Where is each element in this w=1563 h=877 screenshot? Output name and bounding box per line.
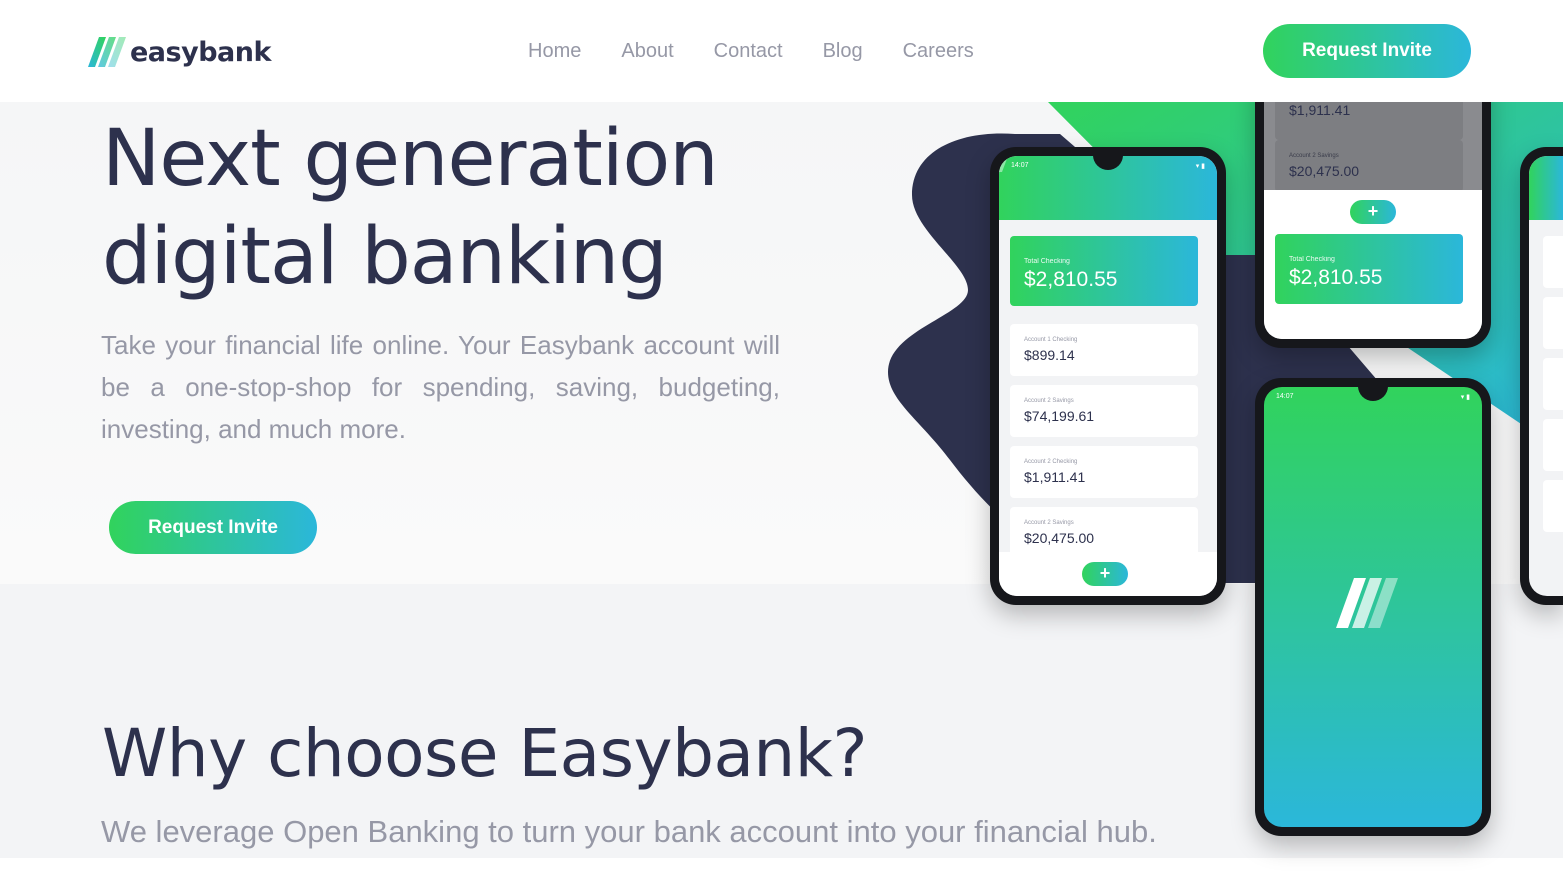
account-card: Account 2 Checking $1,911.41 bbox=[1010, 446, 1198, 498]
header-request-invite-button[interactable]: Request Invite bbox=[1263, 24, 1471, 78]
status-time: 14:07 bbox=[1276, 393, 1294, 400]
phone-bottom-screen: 14:07 ▾ ▮ bbox=[1264, 387, 1482, 827]
hero-title-line1: Next generation bbox=[102, 114, 719, 204]
logo[interactable]: easybank bbox=[88, 36, 271, 68]
nav-home[interactable]: Home bbox=[528, 38, 581, 64]
phone-left-screen: 14:07 ▾ ▮ Total Checking $2,810.55 Accou… bbox=[999, 156, 1217, 596]
main-nav: Home About Contact Blog Careers bbox=[528, 38, 1014, 64]
nav-blog[interactable]: Blog bbox=[823, 38, 863, 64]
why-description: We leverage Open Banking to turn your ba… bbox=[101, 814, 1157, 849]
battery-icon: ▾ ▮ bbox=[1195, 163, 1205, 170]
total-checking-card: Total Checking $2,810.55 bbox=[1010, 236, 1198, 306]
logo-stripes-icon bbox=[1336, 578, 1398, 628]
status-time: 14:07 bbox=[1011, 162, 1029, 169]
hero-title-line2: digital banking bbox=[102, 212, 668, 302]
phone-mockup-left: 14:07 ▾ ▮ Total Checking $2,810.55 Accou… bbox=[990, 147, 1226, 605]
app-bottom-bar: + bbox=[999, 552, 1217, 596]
plus-icon: + bbox=[1082, 562, 1128, 586]
hero-request-invite-button[interactable]: Request Invite bbox=[109, 501, 317, 554]
phone-mockup-bottom: 14:07 ▾ ▮ bbox=[1255, 378, 1491, 836]
why-title: Why choose Easybank? bbox=[102, 715, 867, 792]
hero-description: Take your financial life online. Your Ea… bbox=[101, 330, 780, 444]
total-checking-card: Total Checking $2,810.55 bbox=[1275, 234, 1463, 304]
nav-careers[interactable]: Careers bbox=[903, 38, 974, 64]
logo-stripes-icon bbox=[88, 37, 126, 67]
account-card: Account 1 Checking $899.14 bbox=[1010, 324, 1198, 376]
site-header: easybank Home About Contact Blog Careers… bbox=[0, 0, 1563, 102]
phone-mockup-right-partial bbox=[1520, 147, 1563, 605]
battery-icon: ▾ ▮ bbox=[1460, 394, 1470, 401]
nav-contact[interactable]: Contact bbox=[714, 38, 783, 64]
logo-wordmark: easybank bbox=[130, 36, 271, 68]
plus-icon: + bbox=[1350, 200, 1396, 224]
account-card: Account 2 Savings $74,199.61 bbox=[1010, 385, 1198, 437]
hero-title: Next generation digital banking bbox=[102, 110, 822, 306]
nav-about[interactable]: About bbox=[621, 38, 673, 64]
bottom-divider bbox=[0, 858, 1563, 877]
